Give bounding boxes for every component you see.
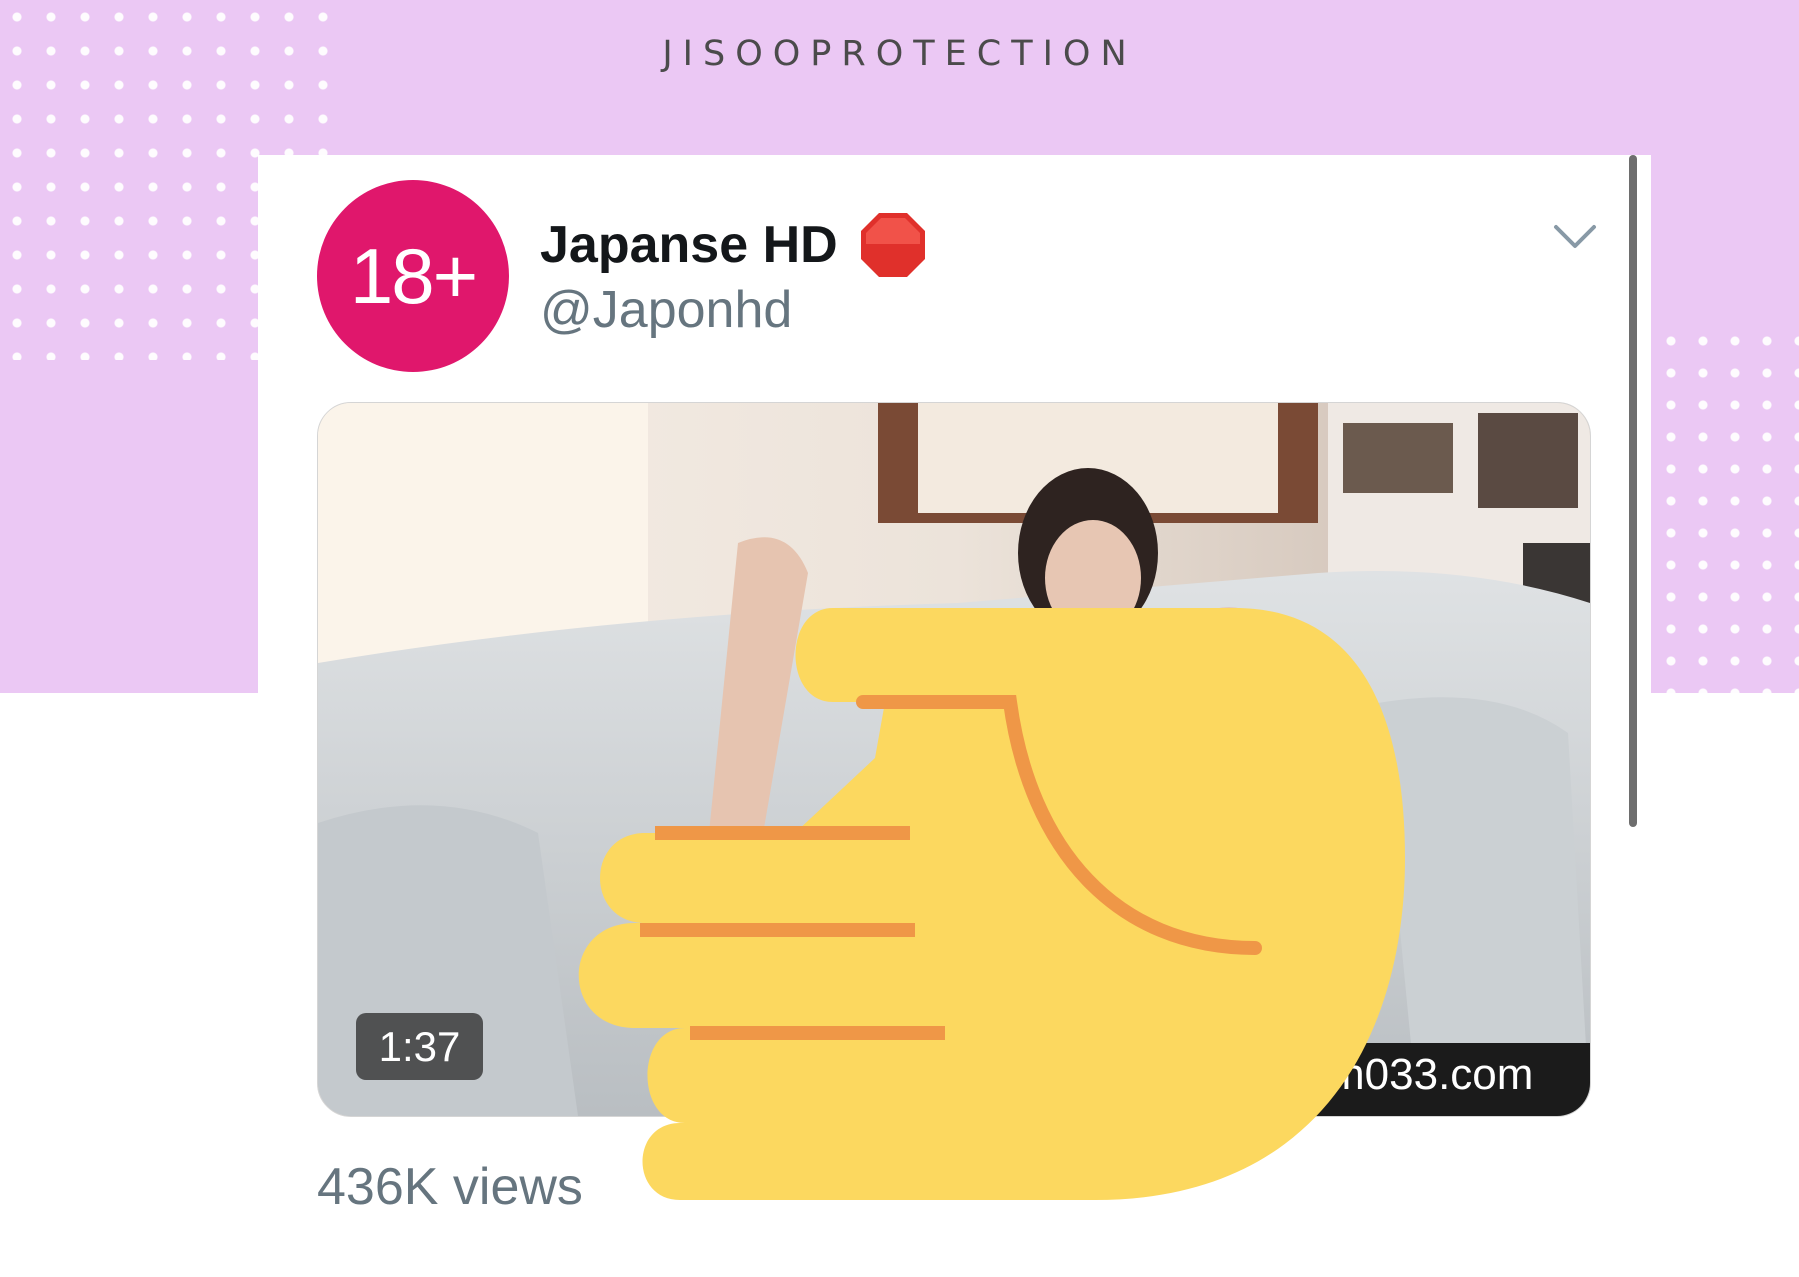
raised-back-of-hand-emoji: [578, 608, 1405, 1200]
video-duration: 1:37: [378, 1022, 461, 1070]
user-handle[interactable]: @Japonhd: [540, 280, 792, 340]
display-name[interactable]: Japanse HD: [540, 215, 838, 275]
scrollbar[interactable]: [1629, 155, 1637, 827]
chevron-down-icon[interactable]: [1553, 222, 1597, 252]
decorative-dots-right: [1655, 325, 1799, 693]
display-name-row[interactable]: Japanse HD: [540, 210, 928, 280]
view-count: 436K views: [317, 1158, 583, 1216]
video-duration-badge: 1:37: [356, 1013, 483, 1080]
stop-sign-icon: [860, 213, 925, 277]
watermark-text: JISOOPROTECTION: [662, 34, 1137, 74]
avatar[interactable]: 18+: [317, 180, 509, 372]
avatar-text: 18+: [349, 231, 478, 320]
